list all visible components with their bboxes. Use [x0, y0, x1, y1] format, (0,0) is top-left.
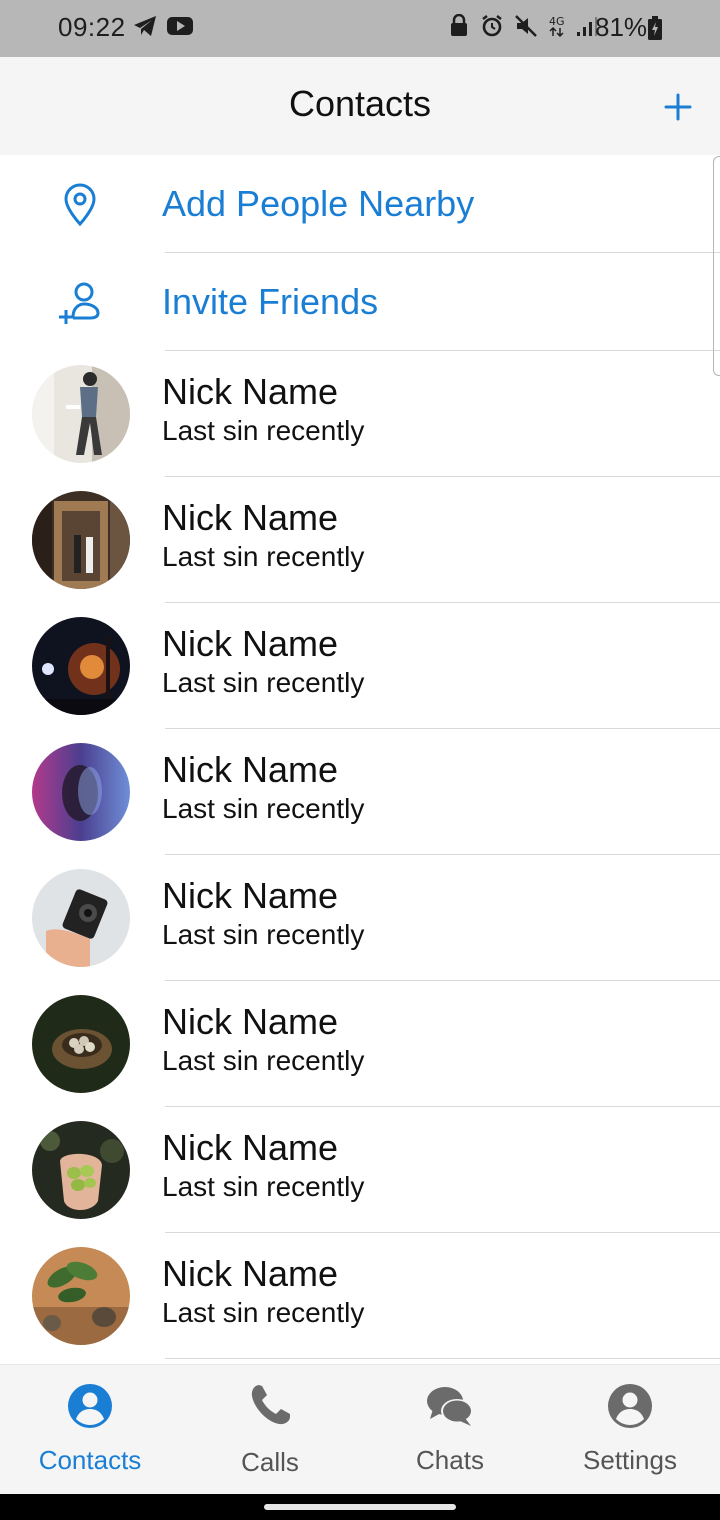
- 4g-icon: 4G: [548, 14, 566, 43]
- location-pin-icon: [56, 181, 104, 229]
- contact-name: Nick Name: [162, 371, 339, 412]
- svg-text:4G: 4G: [549, 15, 565, 28]
- contact-row[interactable]: Nick Name Last sin recently: [0, 351, 720, 477]
- battery-percent: 81%: [595, 12, 648, 42]
- bottom-tab-bar: Contacts Calls Chats Settings: [0, 1364, 720, 1495]
- avatar: [32, 743, 130, 841]
- contact-last-seen: Last sin recently: [162, 1045, 365, 1076]
- avatar: [32, 869, 130, 967]
- add-people-nearby-row[interactable]: Add People Nearby: [0, 155, 720, 253]
- person-circle-icon: [65, 1381, 115, 1431]
- avatar: [32, 1247, 130, 1345]
- contact-name: Nick Name: [162, 497, 339, 538]
- avatar: [32, 365, 130, 463]
- avatar: [32, 995, 130, 1093]
- mute-icon: [514, 14, 538, 43]
- contact-name: Nick Name: [162, 875, 339, 916]
- phone-icon: [245, 1381, 295, 1431]
- avatar: [32, 1121, 130, 1219]
- avatar: [32, 617, 130, 715]
- contact-name: Nick Name: [162, 1253, 339, 1294]
- contact-row[interactable]: Nick Name Last sin recently: [0, 855, 720, 981]
- page-title: Contacts: [288, 83, 432, 124]
- app-header: Contacts: [0, 57, 720, 155]
- lock-icon: [448, 13, 470, 43]
- add-person-icon: [56, 279, 104, 327]
- contact-row[interactable]: Nick Name Last sin recently: [0, 477, 720, 603]
- contact-name: Nick Name: [162, 749, 339, 790]
- contact-last-seen: Last sin recently: [162, 541, 365, 572]
- tab-calls-label: Calls: [241, 1447, 299, 1477]
- contact-last-seen: Last sin recently: [162, 1297, 365, 1328]
- alarm-icon: [480, 14, 504, 43]
- contact-row[interactable]: Nick Name Last sin recently: [0, 981, 720, 1107]
- tab-contacts-label: Contacts: [38, 1445, 142, 1475]
- contact-last-seen: Last sin recently: [162, 667, 365, 698]
- invite-friends-row[interactable]: Invite Friends: [0, 253, 720, 351]
- scroll-indicator[interactable]: [713, 156, 720, 376]
- home-handle[interactable]: [264, 1504, 456, 1510]
- contact-last-seen: Last sin recently: [162, 793, 365, 824]
- status-bar: 09:22 4G 81%: [0, 0, 720, 57]
- contact-last-seen: Last sin recently: [162, 919, 365, 950]
- contact-name: Nick Name: [162, 623, 339, 664]
- contact-row[interactable]: Nick Name Last sin recently: [0, 1233, 720, 1359]
- contact-row[interactable]: Nick Name Last sin recently: [0, 729, 720, 855]
- tab-contacts[interactable]: Contacts: [0, 1365, 180, 1495]
- tab-settings[interactable]: Settings: [540, 1365, 720, 1495]
- add-people-nearby-label: Add People Nearby: [162, 183, 475, 224]
- plus-icon: [664, 93, 692, 121]
- contact-row[interactable]: Nick Name Last sin recently: [0, 1107, 720, 1233]
- tab-chats-label: Chats: [416, 1445, 484, 1475]
- divider: [165, 1358, 720, 1359]
- add-contact-button[interactable]: [652, 81, 704, 133]
- telegram-icon: [132, 14, 158, 43]
- contact-row[interactable]: Nick Name Last sin recently: [0, 603, 720, 729]
- contact-last-seen: Last sin recently: [162, 415, 365, 446]
- battery-icon: [648, 16, 662, 45]
- invite-friends-label: Invite Friends: [162, 281, 379, 322]
- contact-name: Nick Name: [162, 1001, 339, 1042]
- tab-settings-label: Settings: [583, 1445, 677, 1475]
- person-circle-icon: [605, 1381, 655, 1431]
- contact-last-seen: Last sin recently: [162, 1171, 365, 1202]
- avatar: [32, 491, 130, 589]
- status-time: 09:22: [58, 12, 126, 42]
- chat-bubbles-icon: [425, 1381, 475, 1431]
- tab-calls[interactable]: Calls: [180, 1365, 360, 1495]
- youtube-icon: [166, 15, 194, 42]
- system-nav-bar: [0, 1494, 720, 1520]
- contact-name: Nick Name: [162, 1127, 339, 1168]
- tab-chats[interactable]: Chats: [360, 1365, 540, 1495]
- contacts-list: Add People Nearby Invite Friends Nick Na…: [0, 155, 720, 1359]
